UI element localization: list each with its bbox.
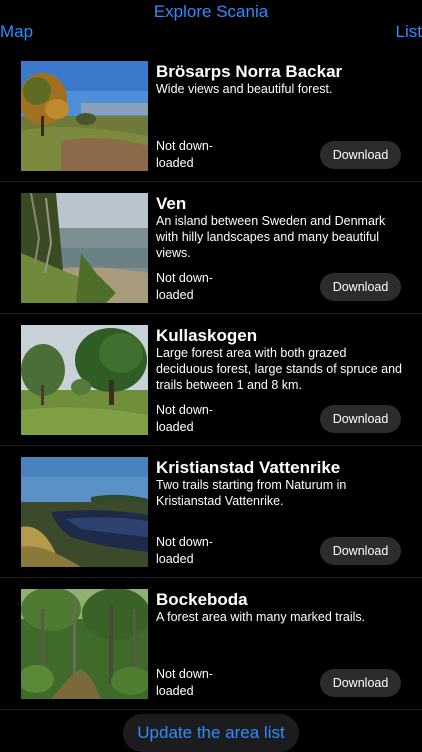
area-photo <box>21 589 148 699</box>
download-status: Not down-loaded <box>156 139 213 170</box>
download-button[interactable]: Download <box>320 669 401 697</box>
area-list: Brösarps Norra Backar Wide views and bea… <box>0 50 422 710</box>
area-photo <box>21 325 148 435</box>
area-row-ven[interactable]: Ven An island between Sweden and Denmark… <box>0 182 422 314</box>
area-row-brosarps[interactable]: Brösarps Norra Backar Wide views and bea… <box>0 50 422 182</box>
area-description: An island between Sweden and Denmark wit… <box>156 214 386 260</box>
download-button[interactable]: Download <box>320 141 401 169</box>
area-photo <box>21 61 148 171</box>
area-row-kullaskogen[interactable]: Kullaskogen Large forest area with both … <box>0 314 422 446</box>
area-name: Kristianstad Vattenrike <box>156 458 341 477</box>
area-row-kristianstad[interactable]: Kristianstad Vattenrike Two trails start… <box>0 446 422 578</box>
area-photo <box>21 457 148 567</box>
download-status: Not down-loaded <box>156 535 213 566</box>
list-button[interactable]: List <box>396 22 422 42</box>
download-status: Not down-loaded <box>156 403 213 434</box>
area-description: A forest area with many marked trails. <box>156 610 366 624</box>
download-status: Not down-loaded <box>156 667 213 698</box>
area-description: Large forest area with both grazed decid… <box>156 346 402 392</box>
area-name: Kullaskogen <box>156 326 258 345</box>
download-status: Not down-loaded <box>156 271 213 302</box>
download-button[interactable]: Download <box>320 537 401 565</box>
download-button[interactable]: Download <box>320 273 401 301</box>
area-name: Ven <box>156 194 187 213</box>
area-description: Wide views and beautiful forest. <box>156 82 333 96</box>
area-photo <box>21 193 148 303</box>
download-button[interactable]: Download <box>320 405 401 433</box>
area-name: Brösarps Norra Backar <box>156 62 343 81</box>
area-name: Bockeboda <box>156 590 248 609</box>
map-button[interactable]: Map <box>0 22 33 42</box>
page-title: Explore Scania <box>153 2 269 21</box>
area-row-bockeboda[interactable]: Bockeboda A forest area with many marked… <box>0 578 422 710</box>
update-area-list-button[interactable]: Update the area list <box>123 714 299 752</box>
area-description: Two trails starting from Naturum in Kris… <box>156 478 347 508</box>
